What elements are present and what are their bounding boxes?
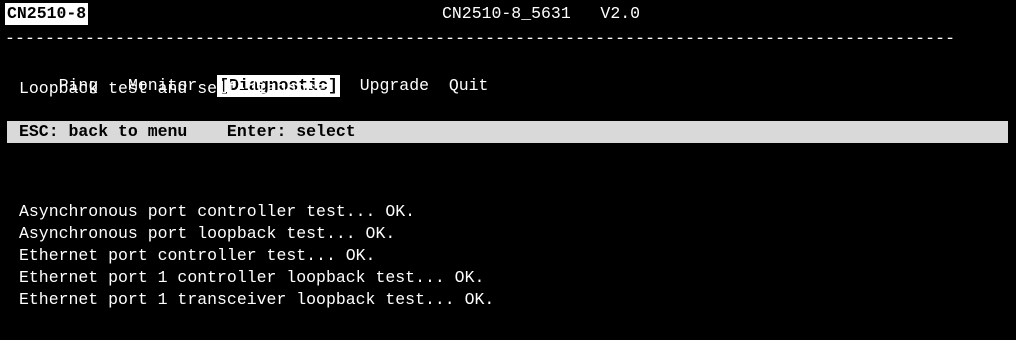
model-name: CN2510-8 xyxy=(5,3,89,25)
diagnostic-results: Asynchronous port controller test... OK.… xyxy=(19,201,494,311)
title-bar: CN2510-8 CN2510-8_5631 V2.0 xyxy=(0,3,1016,25)
result-line: Ethernet port 1 controller loopback test… xyxy=(19,268,485,287)
menu-item-upgrade[interactable]: Upgrade xyxy=(360,75,429,97)
help-bar: ESC: back to menu Enter: select xyxy=(7,121,1008,143)
terminal-screen: CN2510-8 CN2510-8_5631 V2.0 ------------… xyxy=(0,0,1016,340)
result-line: Ethernet port 1 transceiver loopback tes… xyxy=(19,290,495,309)
main-menu: Ping Monitor [Diagnostic] Upgrade Quit xyxy=(19,53,488,97)
divider-line: ----------------------------------------… xyxy=(5,29,956,48)
menu-item-quit[interactable]: Quit xyxy=(449,75,489,97)
device-info: CN2510-8_5631 V2.0 xyxy=(442,4,641,23)
result-line: Ethernet port controller test... OK. xyxy=(19,246,376,265)
result-line: Asynchronous port loopback test... OK. xyxy=(19,224,396,243)
help-text: ESC: back to menu Enter: select xyxy=(19,122,356,141)
result-line: Asynchronous port controller test... OK. xyxy=(19,202,416,221)
menu-description: Loopback test and self-diagnose xyxy=(19,79,326,98)
